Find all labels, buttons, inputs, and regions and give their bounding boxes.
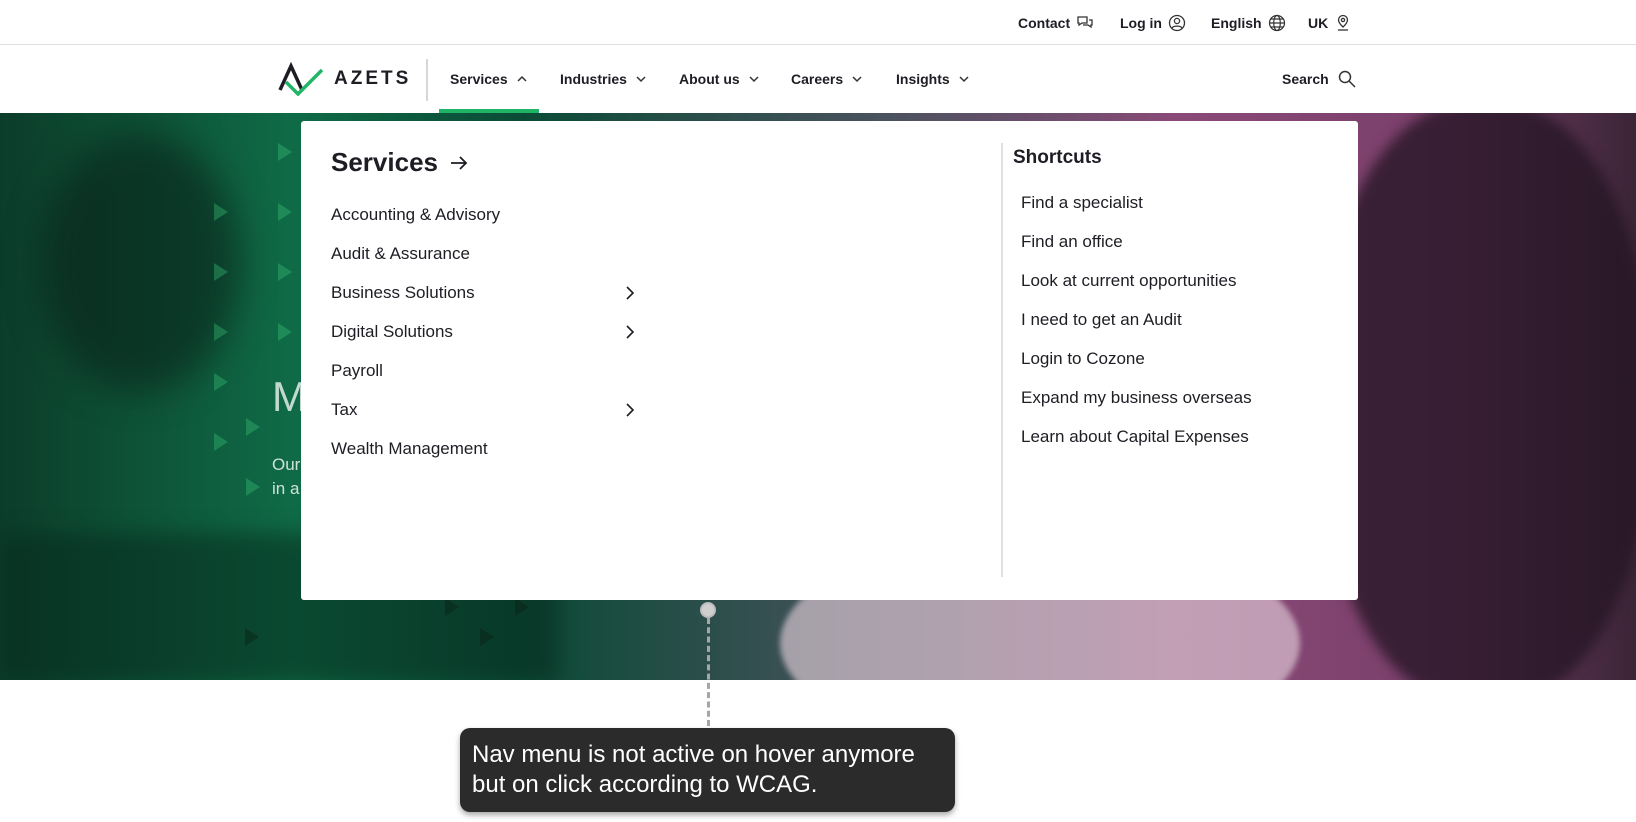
decorative-triangle [246,418,260,436]
nav-insights-label: Insights [896,71,950,87]
nav-industries-label: Industries [560,71,627,87]
search-icon [1338,70,1356,88]
shortcut-find-specialist[interactable]: Find a specialist [1021,183,1252,222]
services-list: Accounting & Advisory Audit & Assurance … [331,195,637,468]
chevron-down-icon [636,76,646,83]
shortcuts-list: Find a specialist Find an office Look at… [1021,183,1252,456]
search-button[interactable]: Search [1282,45,1357,113]
decorative-triangle [214,433,228,451]
decorative-triangle [214,263,228,281]
annotation-connector [707,618,710,726]
dropdown-title: Services [331,147,438,177]
login-label: Log in [1120,15,1162,31]
service-item-wealth-management[interactable]: Wealth Management [331,429,637,468]
nav-careers-label: Careers [791,71,844,87]
decorative-triangle [214,323,228,341]
service-item-label: Business Solutions [331,282,475,302]
shortcut-capital-expenses[interactable]: Learn about Capital Expenses [1021,417,1252,456]
user-icon [1168,14,1186,32]
main-navigation: AZETS Services Industries About us Caree… [0,45,1636,113]
nav-careers[interactable]: Careers [791,45,863,113]
annotation-text-line: but on click according to WCAG. [472,771,818,798]
contact-label: Contact [1018,15,1071,31]
azets-logo[interactable]: AZETS [278,62,411,96]
service-item-label: Payroll [331,360,383,380]
region-selector[interactable]: UK [1308,14,1352,32]
service-item-label: Digital Solutions [331,321,453,341]
chevron-down-icon [852,76,862,83]
service-item-tax[interactable]: Tax [331,390,637,429]
decorative-triangle [278,263,292,281]
location-pin-icon [1338,14,1349,31]
service-item-label: Audit & Assurance [331,243,470,263]
decorative-triangle [480,628,494,646]
shortcut-find-office[interactable]: Find an office [1021,222,1252,261]
shortcut-expand-overseas[interactable]: Expand my business overseas [1021,378,1252,417]
utility-bar: Contact Log in English UK [0,0,1636,45]
nav-services-label: Services [450,71,508,87]
services-overview-link[interactable]: Services [331,147,470,178]
decorative-triangle [246,478,260,496]
decorative-triangle [245,628,259,646]
chevron-up-icon [517,75,527,82]
globe-icon [1268,14,1285,32]
service-item-business-solutions[interactable]: Business Solutions [331,273,637,312]
login-link[interactable]: Log in [1120,14,1186,32]
logo-divider [426,59,428,101]
chevron-right-icon [626,324,635,339]
chevron-right-icon [626,402,635,417]
decorative-triangle [278,143,292,161]
decorative-triangle [278,323,292,341]
logo-wordmark: AZETS [334,68,412,89]
decorative-triangle [278,203,292,221]
chat-bubbles-icon [1077,16,1093,29]
shortcuts-title: Shortcuts [1013,147,1102,168]
contact-link[interactable]: Contact [1018,14,1094,32]
service-item-label: Tax [331,399,358,419]
annotation-callout: Nav menu is not active on hover anymore … [460,728,955,812]
annotation-text-line: Nav menu is not active on hover anymore [472,741,915,768]
decorative-triangle [515,598,529,616]
language-label: English [1211,15,1262,31]
shortcut-current-opportunities[interactable]: Look at current opportunities [1021,261,1252,300]
chevron-down-icon [959,76,969,83]
nav-industries[interactable]: Industries [560,45,647,113]
service-item-payroll[interactable]: Payroll [331,351,637,390]
arrow-right-icon [450,155,468,170]
shortcut-get-audit[interactable]: I need to get an Audit [1021,300,1252,339]
service-item-label: Wealth Management [331,438,488,458]
nav-services[interactable]: Services [439,45,539,113]
service-item-accounting-advisory[interactable]: Accounting & Advisory [331,195,637,234]
nav-about-us[interactable]: About us [679,45,760,113]
service-item-digital-solutions[interactable]: Digital Solutions [331,312,637,351]
decorative-triangle [445,598,459,616]
chevron-right-icon [626,285,635,300]
region-label: UK [1308,15,1329,31]
decorative-triangle [214,203,228,221]
language-selector[interactable]: English [1211,14,1286,32]
nav-about-us-label: About us [679,71,740,87]
decorative-triangle [214,373,228,391]
service-item-label: Accounting & Advisory [331,204,501,224]
annotation-marker [700,602,716,618]
azets-logo-mark-icon [278,62,324,96]
search-label: Search [1282,71,1329,87]
services-dropdown: Services Accounting & Advisory Audit & A… [301,121,1358,600]
service-item-audit-assurance[interactable]: Audit & Assurance [331,234,637,273]
chevron-down-icon [749,76,759,83]
dropdown-divider [1001,143,1003,577]
nav-insights[interactable]: Insights [896,45,970,113]
shortcut-login-cozone[interactable]: Login to Cozone [1021,339,1252,378]
